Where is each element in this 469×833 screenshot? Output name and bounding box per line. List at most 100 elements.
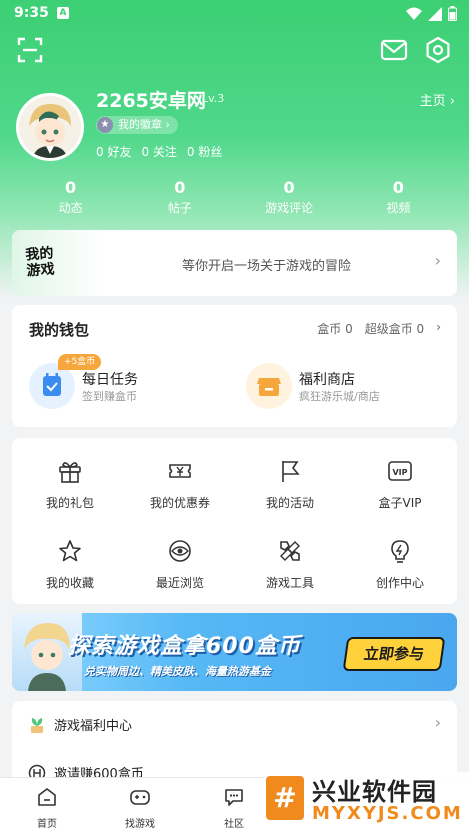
stat-game-reviews[interactable]: 0 游戏评论 <box>235 178 344 216</box>
fans-count[interactable]: 0 粉丝 <box>187 143 222 160</box>
watermark-logo-icon: # <box>266 776 304 820</box>
scan-icon[interactable] <box>16 36 44 64</box>
chevron-right-icon: › <box>436 320 441 334</box>
my-badge-button[interactable]: ★ 我的徽章 › <box>96 116 178 134</box>
signal-icon <box>428 6 442 21</box>
watermark-name: 兴业软件园 <box>312 778 437 806</box>
tab-home[interactable]: 首页 <box>12 786 82 830</box>
chevron-right-icon: › <box>165 118 170 131</box>
stat-label: 帖子 <box>167 201 192 215</box>
gamepad-icon <box>130 790 150 805</box>
grid-item-gift[interactable]: 我的礼包 <box>15 458 125 511</box>
stat-value: 0 <box>65 178 77 197</box>
avatar-image <box>19 96 81 158</box>
daily-task-subtitle: 签到赚盒币 <box>82 390 137 403</box>
grid-label: 创作中心 <box>375 576 424 590</box>
following-count[interactable]: 0 关注 <box>141 143 176 160</box>
svg-text:VIP: VIP <box>392 468 407 477</box>
friends-count[interactable]: 0 好友 <box>96 143 131 160</box>
super-coin-balance: 超级盒币 0 <box>364 322 425 336</box>
welfare-shop-subtitle: 疯狂游乐城/商店 <box>299 390 380 403</box>
feature-grid: 我的礼包 我的优惠券 我的活动 VIP 盒子VIP 我的收藏 最近浏览 游戏工具… <box>12 438 457 604</box>
watermark: # 兴业软件园 MYXYJS.COM <box>264 772 469 830</box>
welfare-shop-item[interactable]: 福利商店 疯狂游乐城/商店 <box>246 363 446 411</box>
promo-banner[interactable]: 探索游戏盒拿600盒币 兑实物周边、精美皮肤、海量热游基金 立即参与 <box>12 613 457 691</box>
star-icon <box>59 540 81 562</box>
promo-headline: 探索游戏盒拿600盒币 <box>68 634 301 659</box>
daily-task-title: 每日任务 <box>82 372 138 388</box>
homepage-link[interactable]: 主页 › <box>420 90 455 109</box>
chevron-right-icon: › <box>449 94 455 109</box>
tab-label: 找游戏 <box>125 819 155 830</box>
promo-subline: 兑实物周边、精美皮肤、海量热游基金 <box>84 665 271 678</box>
grid-item-coupon[interactable]: 我的优惠券 <box>125 458 235 511</box>
tool-icon <box>280 541 300 561</box>
badge-star-icon: ★ <box>97 117 113 133</box>
status-icons <box>406 6 457 21</box>
my-games-logo: 我的游戏 <box>12 230 102 296</box>
grid-label: 我的优惠券 <box>149 496 210 510</box>
game-welfare-center-link[interactable]: 游戏福利中心 <box>28 715 132 734</box>
grid-label: 我的活动 <box>265 496 314 510</box>
daily-task-item[interactable]: 每日任务 签到赚盒币 <box>29 363 229 411</box>
welfare-center-label: 游戏福利中心 <box>54 719 133 734</box>
tab-community[interactable]: 社区 <box>199 786 269 830</box>
badge-label: 我的徽章 <box>118 118 162 131</box>
coin-reward-badge: +5盒币 <box>58 354 102 370</box>
chat-icon <box>225 789 243 806</box>
stat-posts-feed[interactable]: 0 动态 <box>16 178 125 216</box>
stat-value: 0 <box>392 178 404 197</box>
battery-icon <box>448 6 457 21</box>
settings-icon[interactable] <box>424 36 452 64</box>
status-bar: 9:35 A <box>0 0 469 28</box>
grid-label: 盒子VIP <box>378 496 422 510</box>
mail-icon[interactable] <box>380 36 408 64</box>
grid-item-tools[interactable]: 游戏工具 <box>235 538 345 591</box>
my-games-message: 等你开启一场关于游戏的冒险 <box>182 259 352 274</box>
grid-item-favorites[interactable]: 我的收藏 <box>15 538 125 591</box>
wallet-title: 我的钱包 <box>29 321 90 339</box>
stat-label: 动态 <box>58 201 83 215</box>
grid-item-creator[interactable]: 创作中心 <box>345 538 455 591</box>
tab-find-games[interactable]: 找游戏 <box>105 786 175 830</box>
stat-label: 视频 <box>386 201 411 215</box>
watermark-url: MYXYJS.COM <box>312 803 463 824</box>
grid-label: 我的收藏 <box>45 576 94 590</box>
bulb-icon <box>391 540 409 563</box>
welfare-plant-icon <box>31 717 43 733</box>
wallet-balances[interactable]: 盒币 0 超级盒币 0 › <box>317 320 441 337</box>
my-games-logo-text: 我的游戏 <box>24 245 56 280</box>
flag-icon <box>282 461 300 482</box>
wallet-card: 我的钱包 盒币 0 超级盒币 0 › 每日任务 签到赚盒币 +5盒币 福利商店 … <box>12 305 457 427</box>
stat-label: 游戏评论 <box>265 201 314 215</box>
user-level: Lv.3 <box>202 92 225 105</box>
status-time: 9:35 <box>14 5 49 21</box>
grid-item-vip[interactable]: VIP 盒子VIP <box>345 458 455 511</box>
eye-icon <box>169 540 191 562</box>
grid-label: 最近浏览 <box>155 576 204 590</box>
my-games-banner[interactable]: 我的游戏 等你开启一场关于游戏的冒险 › <box>12 230 457 296</box>
grid-item-activity[interactable]: 我的活动 <box>235 458 345 511</box>
follow-counts: 0 好友 0 关注 0 粉丝 <box>96 143 222 160</box>
gift-icon <box>59 462 81 483</box>
grid-item-recent[interactable]: 最近浏览 <box>125 538 235 591</box>
grid-label: 游戏工具 <box>265 576 314 590</box>
tab-label: 首页 <box>37 819 57 830</box>
join-now-button[interactable]: 立即参与 <box>342 637 446 671</box>
stat-value: 0 <box>283 178 295 197</box>
tab-label: 社区 <box>224 819 244 830</box>
avatar[interactable] <box>16 93 84 161</box>
stat-value: 0 <box>174 178 186 197</box>
stats-row: 0 动态 0 帖子 0 游戏评论 0 视频 <box>16 178 453 216</box>
coupon-icon <box>169 464 191 478</box>
coin-balance: 盒币 0 <box>317 322 353 336</box>
welfare-shop-title: 福利商店 <box>299 372 355 388</box>
home-icon <box>38 788 56 806</box>
stat-videos[interactable]: 0 视频 <box>344 178 453 216</box>
username: 2265安卓网 <box>96 90 206 112</box>
stat-threads[interactable]: 0 帖子 <box>125 178 234 216</box>
shop-icon <box>246 363 292 409</box>
grid-label: 我的礼包 <box>45 496 94 510</box>
notification-icon: A <box>57 7 69 19</box>
vip-icon: VIP <box>388 461 412 481</box>
